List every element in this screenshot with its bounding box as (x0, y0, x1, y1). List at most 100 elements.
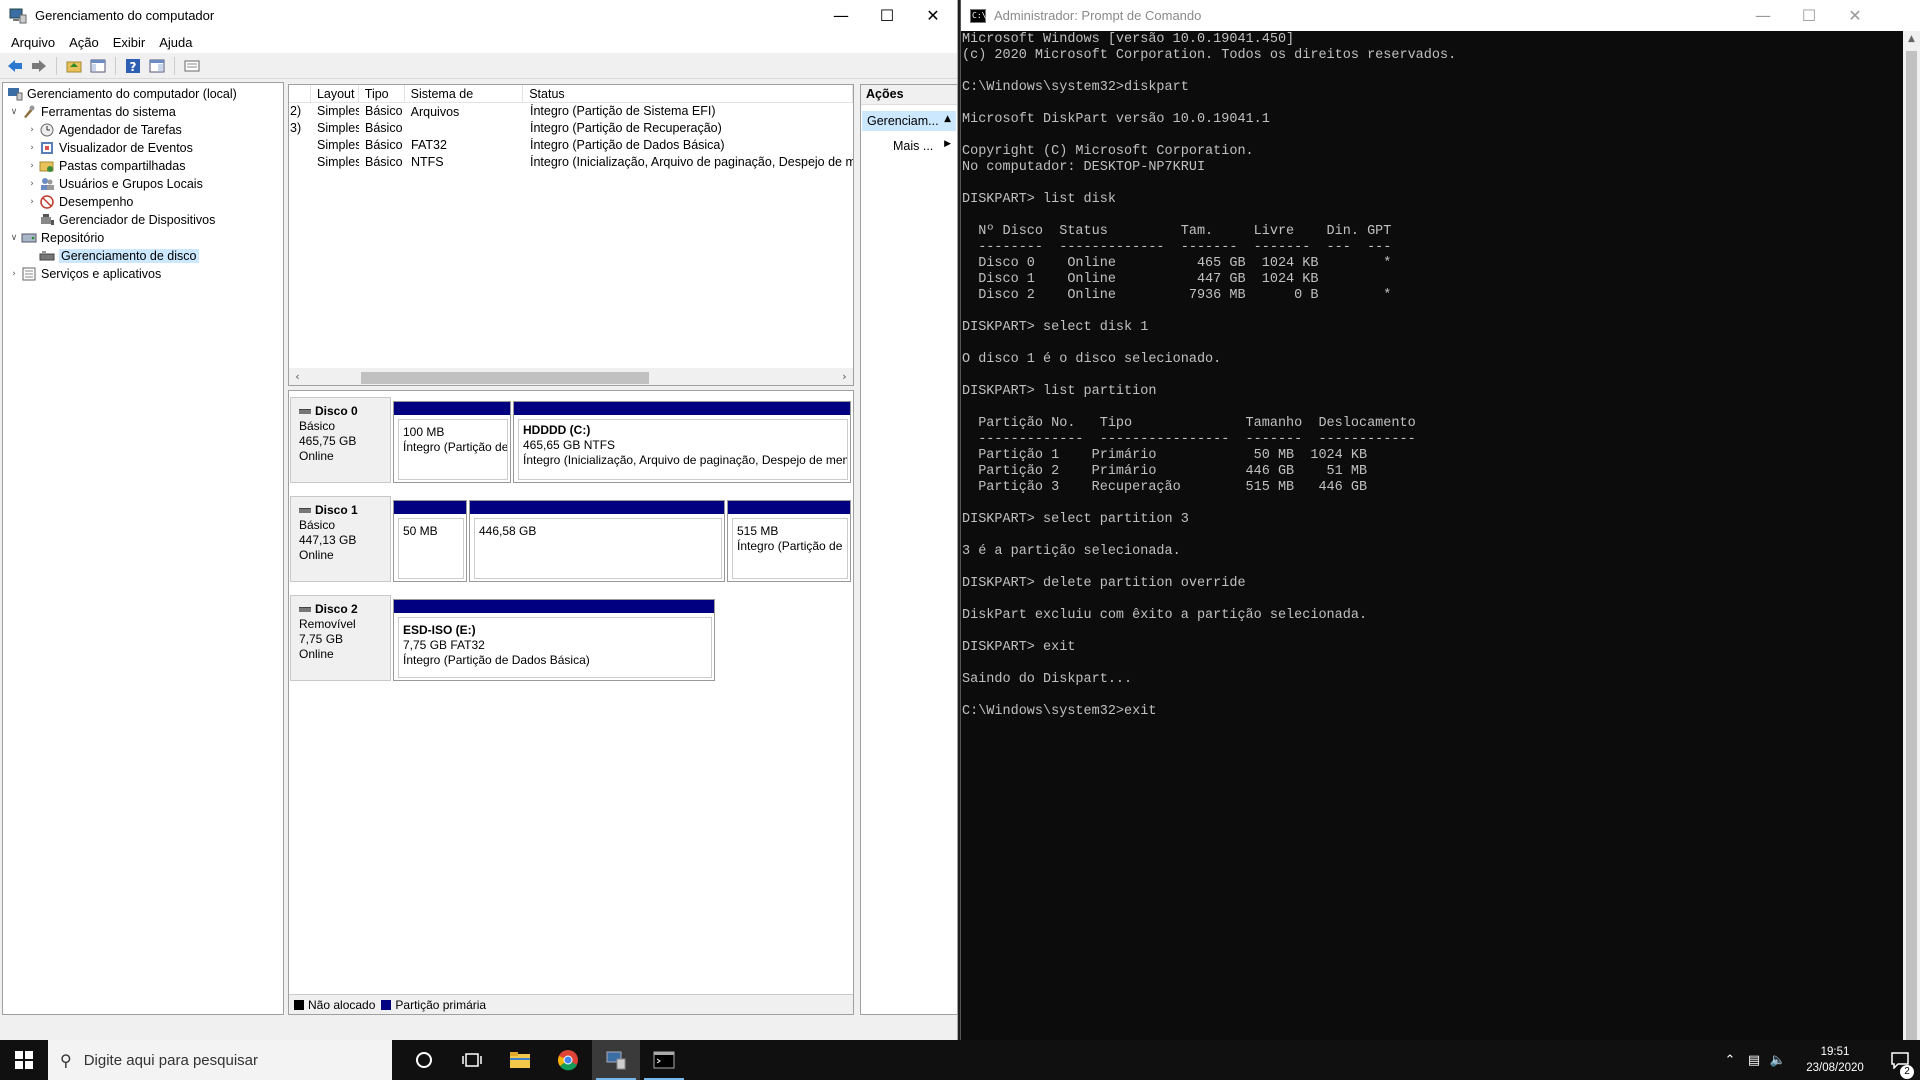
column-header-filesystem[interactable]: Sistema de Arquivos (405, 85, 524, 119)
partition-block[interactable]: 100 MB Íntegro (Partição de (393, 401, 511, 483)
close-button[interactable]: ✕ (910, 0, 956, 31)
tree-item-local-users[interactable]: › Usuários e Grupos Locais (25, 175, 203, 193)
primary-partition-bar (514, 402, 850, 415)
scrollbar-thumb[interactable] (1906, 51, 1917, 1053)
forward-button[interactable] (28, 55, 50, 77)
scroll-up-icon[interactable]: ▲ (1903, 31, 1920, 48)
scroll-left-icon[interactable]: ‹ (289, 368, 306, 385)
console-line: Partição 1 Primário 50 MB 1024 KB (962, 448, 1368, 463)
command-prompt-taskbar-button[interactable] (640, 1040, 688, 1080)
tree-item-event-viewer[interactable]: › Visualizador de Eventos (25, 139, 193, 157)
tree-item-device-manager[interactable]: Gerenciador de Dispositivos (39, 211, 215, 229)
partition-block[interactable]: 50 MB (393, 500, 467, 582)
disk-0-label[interactable]: Disco 0 Básico 465,75 GB Online (290, 397, 391, 483)
expand-chevron-icon[interactable]: › (25, 125, 39, 135)
start-button[interactable] (0, 1040, 48, 1080)
disk-state: Online (299, 647, 334, 661)
tree-item-shared-folders[interactable]: › Pastas compartilhadas (25, 157, 185, 175)
help-button[interactable]: ? (122, 55, 144, 77)
disk-state: Online (299, 449, 334, 463)
console-output[interactable]: Microsoft Windows [versão 10.0.19041.450… (962, 32, 1902, 1040)
partition-block[interactable]: 446,58 GB (469, 500, 725, 582)
mmc-titlebar[interactable]: Gerenciamento do computador — ☐ ✕ (0, 0, 957, 31)
network-icon[interactable]: ▤ (1742, 1053, 1766, 1068)
expand-chevron-icon[interactable]: › (25, 143, 39, 153)
partition-block[interactable]: 515 MB Íntegro (Partição de (727, 500, 851, 582)
horizontal-scrollbar[interactable]: ‹ › (289, 368, 853, 385)
cell-layout: Simples (317, 138, 359, 152)
up-level-button[interactable] (63, 55, 85, 77)
tree-item-root[interactable]: Gerenciamento do computador (local) (7, 85, 237, 103)
forward-arrow-icon (32, 59, 46, 72)
table-row[interactable]: 3) Simples Básico Íntegro (Partição de R… (289, 121, 853, 138)
task-view-button[interactable] (448, 1040, 496, 1080)
expand-chevron-icon[interactable]: › (25, 179, 39, 189)
actions-disk-management[interactable]: Gerenciam... ▲ (862, 111, 956, 131)
file-explorer-button[interactable] (496, 1040, 544, 1080)
partition-block[interactable]: ESD-ISO (E:) 7,75 GB FAT32 Íntegro (Part… (393, 599, 715, 681)
column-header-status[interactable]: Status (523, 85, 853, 103)
menu-acao[interactable]: Ação (62, 35, 106, 50)
tree-item-system-tools[interactable]: ∨ Ferramentas do sistema (7, 103, 176, 121)
tree-item-performance[interactable]: › Desempenho (25, 193, 133, 211)
table-row[interactable]: 2) Simples Básico Íntegro (Partição de S… (289, 104, 853, 121)
disk-2-label[interactable]: Disco 2 Removível 7,75 GB Online (290, 595, 391, 681)
console-line: DISKPART> select disk 1 (962, 320, 1149, 335)
computer-management-taskbar-button[interactable] (592, 1040, 640, 1080)
computer-management-icon (8, 88, 23, 101)
menu-arquivo[interactable]: Arquivo (4, 35, 62, 50)
tree-item-services[interactable]: › Serviços e aplicativos (7, 265, 161, 283)
disk-name: Disco 2 (315, 602, 358, 616)
column-header-volume[interactable] (289, 85, 311, 103)
cmd-titlebar[interactable]: C:\ Administrador: Prompt de Comando — ☐… (961, 0, 1920, 31)
partition-block[interactable]: HDDDD (C:) 465,65 GB NTFS Íntegro (Inici… (513, 401, 851, 483)
actions-more[interactable]: Mais ... ▶ (861, 135, 957, 155)
minimize-button[interactable]: — (818, 0, 864, 31)
maximize-button[interactable]: ☐ (864, 0, 910, 31)
tree-item-task-scheduler[interactable]: › Agendador de Tarefas (25, 121, 182, 139)
volume-list-header: Layout Tipo Sistema de Arquivos Status (289, 85, 853, 119)
cell-layout: Simples (317, 155, 359, 169)
menu-exibir[interactable]: Exibir (106, 35, 153, 50)
expand-chevron-icon[interactable]: › (25, 161, 39, 171)
table-row[interactable]: Simples Básico NTFS Íntegro (Inicializaç… (289, 155, 853, 172)
disk-1-label[interactable]: Disco 1 Básico 447,13 GB Online (290, 496, 391, 582)
maximize-button[interactable]: ☐ (1786, 0, 1832, 31)
scroll-right-icon[interactable]: › (836, 368, 853, 385)
show-hide-tree-button[interactable] (87, 55, 109, 77)
close-button[interactable]: ✕ (1832, 0, 1878, 31)
collapse-up-icon[interactable]: ▲ (944, 114, 951, 124)
column-header-type[interactable]: Tipo (359, 85, 405, 103)
actions-more-label: Mais ... (893, 139, 934, 153)
cortana-button[interactable] (400, 1040, 448, 1080)
back-button[interactable] (4, 55, 26, 77)
collapse-chevron-icon[interactable]: ∨ (7, 107, 21, 117)
tree-item-disk-management[interactable]: Gerenciamento de disco (39, 247, 199, 265)
view-button[interactable] (181, 55, 203, 77)
action-center-button[interactable]: 2 (1880, 1051, 1920, 1079)
scrollbar-thumb[interactable] (361, 372, 649, 384)
menu-ajuda[interactable]: Ajuda (152, 35, 199, 50)
primary-partition-swatch (381, 999, 392, 1010)
vertical-scrollbar[interactable]: ▲ (1903, 31, 1920, 1053)
partition-status: Íntegro (Partição de (737, 539, 843, 553)
search-box[interactable]: ⚲ Digite aqui para pesquisar (48, 1040, 392, 1080)
table-row[interactable]: Simples Básico FAT32 Íntegro (Partição d… (289, 138, 853, 155)
volume-icon[interactable]: 🔈 (1766, 1053, 1790, 1068)
clock[interactable]: 19:51 23/08/2020 (1796, 1044, 1874, 1076)
chrome-button[interactable] (544, 1040, 592, 1080)
services-icon (22, 267, 36, 281)
tree-item-storage[interactable]: ∨ Repositório (7, 229, 105, 247)
show-hidden-icons-chevron-icon[interactable]: ⌃ (1718, 1053, 1742, 1068)
expand-chevron-icon[interactable]: › (25, 197, 39, 207)
properties-button[interactable] (146, 55, 168, 77)
expand-chevron-icon[interactable]: › (7, 269, 21, 279)
legend-unallocated: Não alocado (308, 997, 376, 1012)
partition-size: 465,65 GB NTFS (523, 438, 616, 452)
minimize-button[interactable]: — (1740, 0, 1786, 31)
collapse-chevron-icon[interactable]: ∨ (7, 233, 21, 243)
column-header-layout[interactable]: Layout (311, 85, 359, 103)
partition-name: ESD-ISO (E:) (403, 623, 476, 637)
